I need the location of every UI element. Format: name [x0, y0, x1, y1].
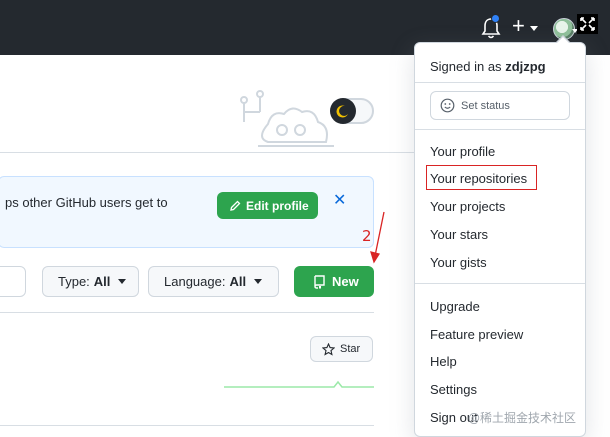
- notification-dot: [491, 14, 500, 23]
- language-filter-value: All: [229, 274, 247, 289]
- menu-divider: [415, 129, 585, 130]
- menu-item-feature-preview[interactable]: Feature preview: [430, 326, 523, 344]
- profile-banner: ps other GitHub users get to Edit profil…: [0, 176, 374, 248]
- star-button[interactable]: Star: [310, 336, 373, 362]
- chevron-down-icon: [530, 26, 538, 31]
- menu-item-your-profile[interactable]: Your profile: [430, 143, 495, 161]
- annotation-number: 2: [362, 227, 372, 245]
- chevron-down-icon: [118, 279, 127, 284]
- edit-profile-button[interactable]: Edit profile: [217, 192, 318, 219]
- type-filter-value: All: [93, 274, 111, 289]
- set-status-button[interactable]: Set status: [430, 91, 570, 120]
- set-status-label: Set status: [461, 99, 510, 112]
- close-icon[interactable]: ✕: [333, 193, 347, 209]
- activity-graph: [224, 380, 374, 388]
- edit-profile-label: Edit profile: [246, 198, 309, 213]
- language-filter-label: Language:: [164, 274, 226, 289]
- menu-item-settings[interactable]: Settings: [430, 381, 477, 399]
- menu-item-upgrade[interactable]: Upgrade: [430, 298, 480, 316]
- smiley-icon: [440, 98, 455, 113]
- signed-in-as: Signed in as zdjzpg: [430, 59, 546, 74]
- theme-toggle[interactable]: [330, 98, 374, 124]
- username: zdjzpg: [505, 59, 546, 74]
- signed-in-label: Signed in as: [430, 59, 502, 74]
- pencil-icon: [230, 200, 241, 211]
- type-filter-label: Type:: [58, 274, 90, 289]
- type-filter-select[interactable]: Type: All: [42, 266, 139, 297]
- find-repository-input[interactable]: [0, 266, 26, 297]
- menu-divider: [415, 82, 585, 83]
- annotation-arrowhead-2: [370, 251, 381, 264]
- annotation-highlight-box: [426, 165, 537, 190]
- star-label: Star: [340, 343, 361, 355]
- section-divider: [0, 152, 414, 153]
- user-dropdown-menu: Signed in as zdjzpg Set status Your prof…: [414, 42, 586, 437]
- menu-item-your-projects[interactable]: Your projects: [430, 198, 505, 216]
- new-button-label: New: [332, 274, 359, 289]
- annotation-arrow-2: [374, 211, 385, 257]
- list-divider: [0, 425, 374, 426]
- menu-item-help[interactable]: Help: [430, 353, 457, 371]
- dropdown-caret-inner: [556, 37, 570, 44]
- fullscreen-icon[interactable]: [577, 14, 598, 34]
- moon-icon: [330, 98, 356, 124]
- language-filter-select[interactable]: Language: All: [148, 266, 279, 297]
- new-repository-button[interactable]: New: [294, 266, 374, 297]
- menu-item-your-gists[interactable]: Your gists: [430, 254, 487, 272]
- plus-icon: +: [512, 13, 525, 38]
- menu-divider: [415, 283, 585, 284]
- octocat-illustration: [240, 90, 334, 147]
- list-divider: [0, 312, 374, 313]
- star-icon: [322, 342, 335, 356]
- create-new-menu[interactable]: +: [512, 13, 544, 40]
- chevron-down-icon: [254, 279, 263, 284]
- banner-text: ps other GitHub users get to: [5, 195, 168, 210]
- repo-icon: [314, 274, 325, 289]
- menu-item-your-stars[interactable]: Your stars: [430, 226, 488, 244]
- watermark: @稀土掘金技术社区: [468, 411, 577, 425]
